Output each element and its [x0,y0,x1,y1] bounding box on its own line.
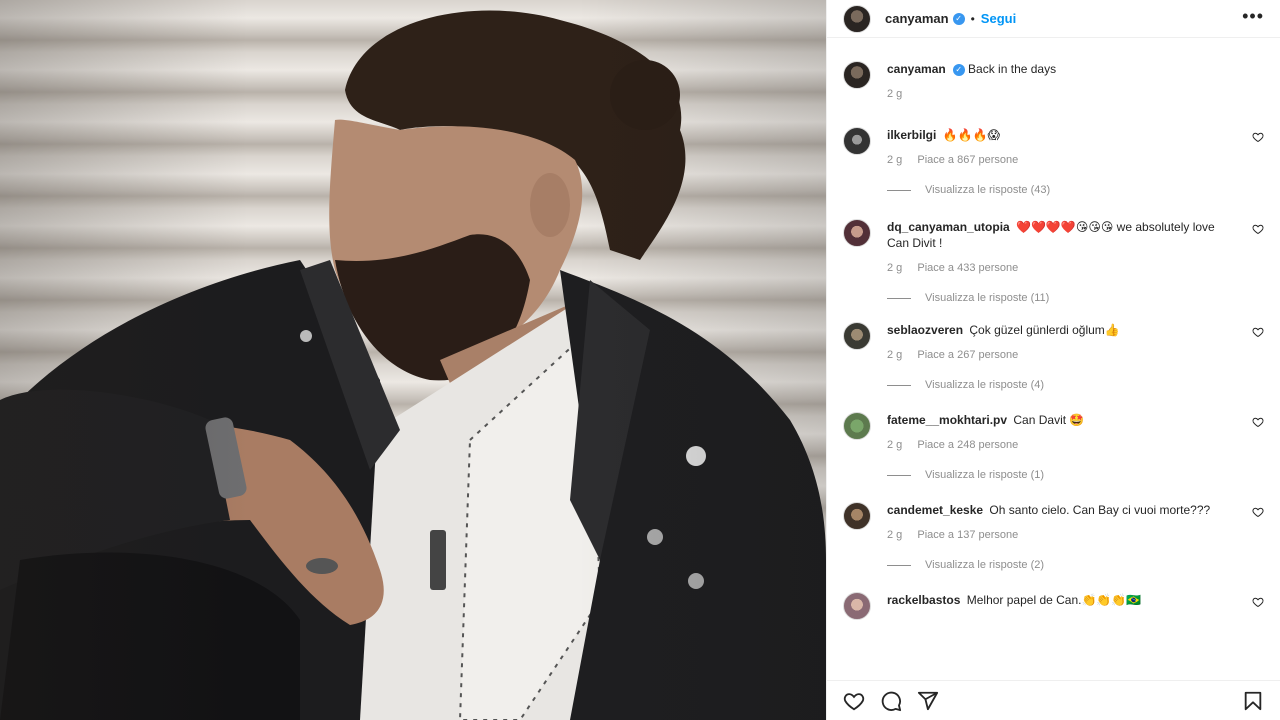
view-replies-label: Visualizza le risposte (4) [925,379,1045,391]
comment-avatar[interactable] [843,322,871,350]
replies-divider [887,189,911,191]
heart-icon[interactable] [1252,131,1264,143]
caption-text: Back in the days [968,62,1057,76]
caption-line: canyaman ✓ Back in the days [887,61,1264,77]
comment-likes[interactable]: Piace a 267 persone [917,349,1018,361]
comment-line: candemet_keske Oh santo cielo. Can Bay c… [887,502,1264,518]
more-options-icon[interactable]: ••• [1242,7,1264,31]
comment-item: dq_canyaman_utopia ❤️❤️❤️❤️😘😘😘 we absolu… [843,219,1264,304]
author-avatar[interactable] [843,4,871,33]
verified-badge-icon: ✓ [952,63,965,76]
view-replies-label: Visualizza le risposte (2) [925,559,1045,571]
photo-shade [0,0,826,720]
comment-likes[interactable]: Piace a 137 persone [917,529,1018,541]
view-replies-button[interactable]: Visualizza le risposte (2) [887,559,1264,571]
post-header: canyaman ✓ • Segui ••• [827,0,1280,38]
view-replies-label: Visualizza le risposte (11) [925,292,1050,304]
comment-line: ilkerbilgi 🔥🔥🔥😱 [887,127,1264,143]
view-replies-label: Visualizza le risposte (43) [925,184,1051,196]
comment-icon[interactable] [880,690,902,712]
view-replies-button[interactable]: Visualizza le risposte (4) [887,379,1264,391]
heart-icon[interactable] [1252,223,1264,235]
comment-time[interactable]: 2 g [887,154,902,166]
comment-likes[interactable]: Piace a 867 persone [917,154,1018,166]
replies-divider [887,564,911,566]
caption: canyaman ✓ Back in the days 2 g [843,61,1264,100]
post-photo[interactable] [0,0,826,720]
comment-avatar[interactable] [843,412,871,440]
heart-icon[interactable] [1252,326,1264,338]
dot-separator: • [970,11,975,26]
heart-icon[interactable] [843,690,865,712]
heart-icon[interactable] [1252,416,1264,428]
post-action-bar [827,680,1280,720]
comment-text: Oh santo cielo. Can Bay ci vuoi morte??? [989,503,1211,517]
comments-list[interactable]: canyaman ✓ Back in the days 2 g ilkerbilg… [827,46,1280,680]
comment-meta: 2 g Piace a 867 persone [887,154,1264,166]
comment-item: rackelbastos Melhor papel de Can.👏👏👏🇧🇷 [843,592,1264,620]
comment-username[interactable]: candemet_keske [887,503,983,517]
comment-time[interactable]: 2 g [887,349,902,361]
comment-text: 🔥🔥🔥😱 [942,128,1001,142]
replies-divider [887,474,911,476]
comment-time[interactable]: 2 g [887,529,902,541]
comment-line: dq_canyaman_utopia ❤️❤️❤️❤️😘😘😘 we absolu… [887,219,1264,251]
follow-button[interactable]: Segui [981,11,1016,26]
comment-item: ilkerbilgi 🔥🔥🔥😱 2 g Piace a 867 persone … [843,127,1264,196]
view-replies-button[interactable]: Visualizza le risposte (1) [887,469,1264,481]
comment-meta: 2 g Piace a 248 persone [887,439,1264,451]
comment-meta: 2 g Piace a 137 persone [887,529,1264,541]
caption-meta: 2 g [887,88,1264,100]
bookmark-icon[interactable] [1242,690,1264,712]
comment-text: Çok güzel günlerdi oğlum👍 [969,323,1120,337]
caption-username[interactable]: canyaman [887,62,946,76]
comment-username[interactable]: rackelbastos [887,593,960,607]
caption-avatar[interactable] [843,61,871,89]
comment-avatar[interactable] [843,502,871,530]
comment-text: Can Davit 🤩 [1013,413,1085,427]
comment-username[interactable]: dq_canyaman_utopia [887,220,1010,234]
view-replies-button[interactable]: Visualizza le risposte (11) [887,292,1264,304]
comment-username[interactable]: ilkerbilgi [887,128,936,142]
comment-meta: 2 g Piace a 433 persone [887,262,1264,274]
comment-avatar[interactable] [843,592,871,620]
comment-time[interactable]: 2 g [887,262,902,274]
comment-line: seblaozveren Çok güzel günlerdi oğlum👍 [887,322,1264,338]
comment-item: candemet_keske Oh santo cielo. Can Bay c… [843,502,1264,571]
comment-username[interactable]: fateme__mokhtari.pv [887,413,1007,427]
send-icon[interactable] [917,690,939,712]
comment-item: fateme__mokhtari.pv Can Davit 🤩 2 g Piac… [843,412,1264,481]
comment-time[interactable]: 2 g [887,439,902,451]
view-replies-button[interactable]: Visualizza le risposte (43) [887,184,1264,196]
comment-text: Melhor papel de Can.👏👏👏🇧🇷 [966,593,1142,607]
view-replies-label: Visualizza le risposte (1) [925,469,1045,481]
heart-icon[interactable] [1252,596,1264,608]
comment-likes[interactable]: Piace a 248 persone [917,439,1018,451]
comment-username[interactable]: seblaozveren [887,323,963,337]
comment-item: seblaozveren Çok güzel günlerdi oğlum👍 2… [843,322,1264,391]
heart-icon[interactable] [1252,506,1264,518]
comment-line: fateme__mokhtari.pv Can Davit 🤩 [887,412,1264,428]
replies-divider [887,297,911,299]
comment-likes[interactable]: Piace a 433 persone [917,262,1018,274]
comment-line: rackelbastos Melhor papel de Can.👏👏👏🇧🇷 [887,592,1264,608]
post-side-panel: canyaman ✓ • Segui ••• canyaman ✓ Back in… [826,0,1280,720]
instagram-post-modal: canyaman ✓ • Segui ••• canyaman ✓ Back in… [0,0,1280,720]
caption-time[interactable]: 2 g [887,88,902,100]
author-username[interactable]: canyaman [885,11,949,26]
comment-avatar[interactable] [843,219,871,247]
replies-divider [887,384,911,386]
comment-avatar[interactable] [843,127,871,155]
comment-meta: 2 g Piace a 267 persone [887,349,1264,361]
verified-badge-icon: ✓ [952,12,965,25]
